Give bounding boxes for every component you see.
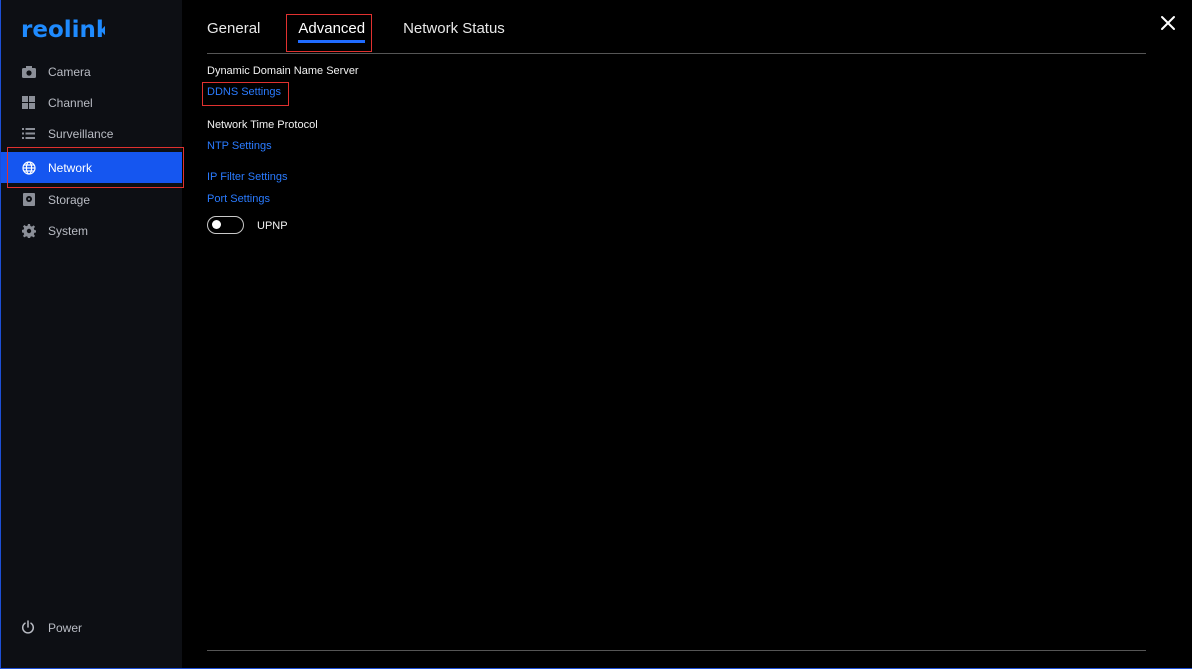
gear-icon	[21, 223, 36, 238]
reolink-logo: reolink	[21, 14, 105, 44]
ip-filter-settings-link[interactable]: IP Filter Settings	[207, 171, 288, 183]
close-icon	[1161, 16, 1175, 30]
camera-icon	[21, 64, 36, 79]
header-divider	[207, 53, 1146, 54]
sidebar: reolink Camera Channel Surveillance Netw…	[1, 0, 182, 668]
ntp-settings-link[interactable]: NTP Settings	[207, 140, 272, 152]
tab-general[interactable]: General	[207, 12, 260, 52]
sidebar-item-label: System	[48, 223, 89, 238]
tab-label: General	[207, 20, 261, 37]
sidebar-item-label: Camera	[48, 64, 91, 79]
upnp-label: UPNP	[257, 220, 288, 232]
tab-label: Network Status	[403, 20, 505, 37]
power-label: Power	[48, 620, 83, 635]
tab-network-status[interactable]: Network Status	[403, 12, 505, 52]
ddns-highlight-box	[202, 82, 289, 106]
sidebar-item-channel[interactable]: Channel	[1, 87, 182, 118]
ntp-section-title: Network Time Protocol	[207, 119, 318, 131]
sidebar-item-storage[interactable]: Storage	[1, 184, 182, 215]
ddns-section-title: Dynamic Domain Name Server	[207, 65, 359, 77]
grid-icon	[21, 95, 36, 110]
power-button[interactable]: Power	[21, 620, 82, 635]
storage-icon	[21, 192, 36, 207]
svg-text:reolink: reolink	[21, 17, 105, 43]
sidebar-item-system[interactable]: System	[1, 215, 182, 246]
sidebar-item-label: Surveillance	[48, 126, 114, 141]
sidebar-item-surveillance[interactable]: Surveillance	[1, 118, 182, 149]
reolink-logo-mark: reolink	[21, 17, 105, 43]
network-highlight-box	[7, 147, 184, 188]
power-icon	[21, 620, 36, 635]
port-settings-link[interactable]: Port Settings	[207, 193, 270, 205]
advanced-tab-highlight-box	[286, 14, 372, 52]
close-button[interactable]	[1160, 15, 1176, 31]
upnp-toggle[interactable]	[207, 216, 244, 234]
list-icon	[21, 126, 36, 141]
sidebar-item-camera[interactable]: Camera	[1, 56, 182, 87]
toggle-knob	[212, 220, 221, 229]
sidebar-item-label: Channel	[48, 95, 93, 110]
sidebar-item-label: Storage	[48, 192, 91, 207]
footer-divider	[207, 650, 1146, 651]
